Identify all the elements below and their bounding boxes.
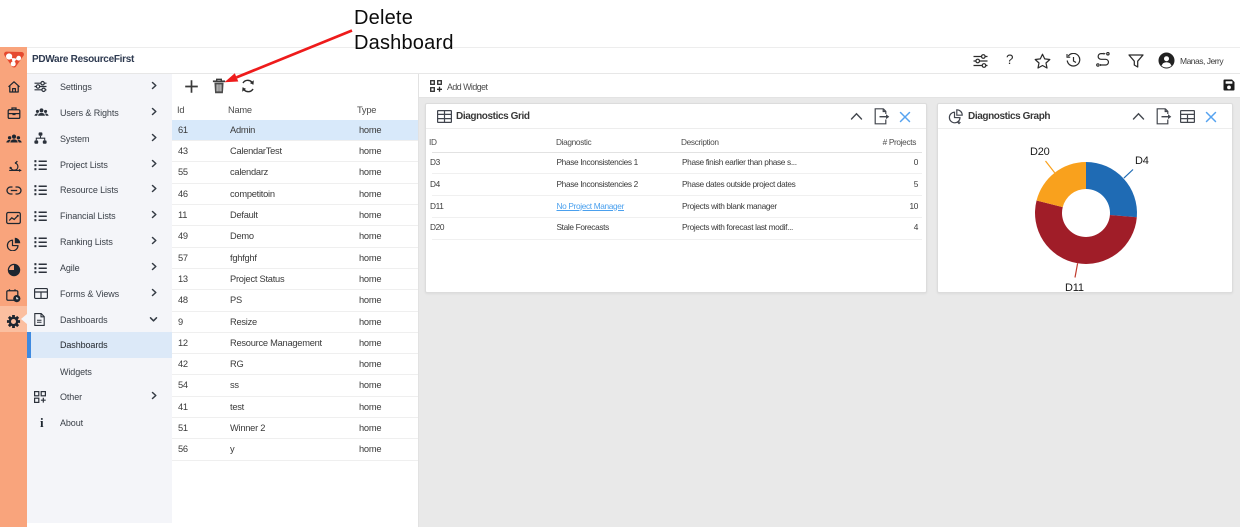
svg-text:D20: D20 [1030,146,1050,158]
svg-text:D4: D4 [1135,155,1149,167]
svg-text:D11: D11 [1065,282,1084,293]
